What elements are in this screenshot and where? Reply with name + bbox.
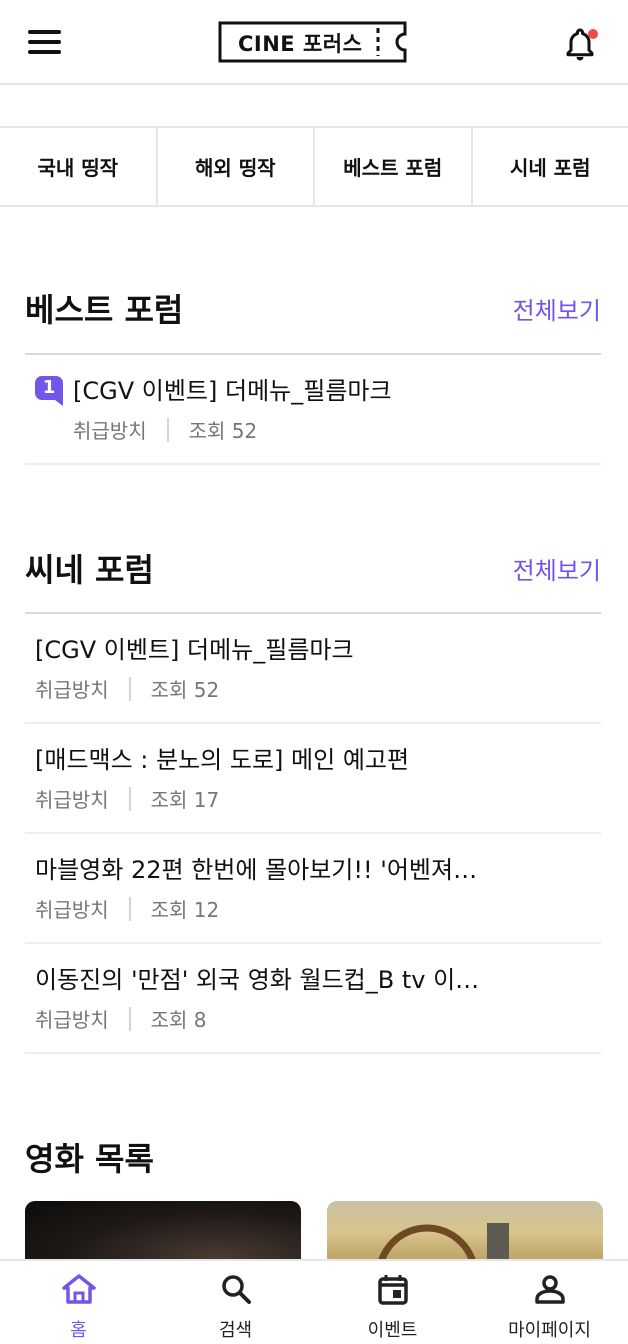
nav-search[interactable]: 검색 xyxy=(157,1261,314,1344)
person-icon xyxy=(534,1275,565,1304)
home-icon xyxy=(61,1274,96,1304)
movie-list-header: 영화 목록 xyxy=(25,1134,601,1184)
post-views: 조회 52 xyxy=(150,678,220,702)
nav-home[interactable]: 홈 xyxy=(0,1261,157,1344)
meta-separator xyxy=(128,786,131,811)
post-meta: 취급방치 조회 17 xyxy=(35,784,219,813)
post-category: 취급방치 xyxy=(73,419,147,443)
cine-forum-view-all-link[interactable]: 전체보기 xyxy=(513,551,601,586)
post-title: 이동진의 '만점' 외국 영화 월드컵_B tv 이… xyxy=(35,966,480,994)
category-tabs: 국내 띵작 해외 띵작 베스트 포럼 시네 포럼 xyxy=(0,126,628,207)
cine-forum-title: 씨네 포럼 xyxy=(25,551,154,589)
forum-post-item[interactable]: [매드맥스 : 분노의 도로] 메인 예고편 취급방치 조회 17 xyxy=(25,724,601,834)
post-category: 취급방치 xyxy=(35,788,109,812)
post-views: 조회 52 xyxy=(188,419,258,443)
best-forum-header: 베스트 포럼 전체보기 xyxy=(25,285,601,335)
nav-search-label: 검색 xyxy=(218,1320,253,1341)
cine-forum-header: 씨네 포럼 전체보기 xyxy=(25,545,601,595)
tab-foreign[interactable]: 해외 띵작 xyxy=(158,128,315,205)
search-icon xyxy=(221,1275,251,1304)
meta-separator xyxy=(128,676,131,701)
tab-cine-forum[interactable]: 시네 포럼 xyxy=(473,128,628,205)
forum-post-item[interactable]: 마블영화 22편 한번에 몰아보기!! '어벤져'… 취급방치 조회 12 xyxy=(25,834,601,944)
nav-mypage[interactable]: 마이페이지 xyxy=(471,1261,628,1344)
post-category: 취급방치 xyxy=(35,898,109,922)
post-title: [매드맥스 : 분노의 도로] 메인 예고편 xyxy=(35,746,410,774)
post-views: 조회 17 xyxy=(150,788,220,812)
post-category: 취급방치 xyxy=(35,678,109,702)
movie-list-title: 영화 목록 xyxy=(25,1140,154,1178)
cine-forus-logo[interactable]: CINE 포러스 xyxy=(218,21,408,63)
app-bar: CINE 포러스 xyxy=(0,0,628,85)
rank-badge: 1 xyxy=(35,376,63,406)
post-views: 조회 12 xyxy=(150,898,220,922)
forum-post-item[interactable]: [CGV 이벤트] 더메뉴_필름마크 취급방치 조회 52 xyxy=(25,614,601,724)
hamburger-menu-icon[interactable] xyxy=(28,28,62,56)
post-views: 조회 8 xyxy=(150,1008,207,1032)
rank-number: 1 xyxy=(42,377,56,398)
best-post-item[interactable]: 1 [CGV 이벤트] 더메뉴_필름마크 취급방치 조회 52 xyxy=(25,355,601,465)
tab-best-forum[interactable]: 베스트 포럼 xyxy=(315,128,473,205)
notification-dot xyxy=(588,29,598,39)
forum-post-item[interactable]: 이동진의 '만점' 외국 영화 월드컵_B tv 이… 취급방치 조회 8 xyxy=(25,944,601,1054)
post-meta: 취급방치 조회 52 xyxy=(73,415,257,444)
nav-event[interactable]: 이벤트 xyxy=(314,1261,471,1344)
meta-separator xyxy=(166,417,169,442)
tab-domestic[interactable]: 국내 띵작 xyxy=(0,128,158,205)
meta-separator xyxy=(128,896,131,921)
bottom-navigation: 홈 검색 이벤트 마이페이지 xyxy=(0,1259,628,1344)
post-meta: 취급방치 조회 12 xyxy=(35,894,219,923)
logo-text: CINE 포러스 xyxy=(238,32,363,56)
nav-mypage-label: 마이페이지 xyxy=(508,1320,591,1341)
post-category: 취급방치 xyxy=(35,1008,109,1032)
post-title: [CGV 이벤트] 더메뉴_필름마크 xyxy=(35,636,354,664)
post-meta: 취급방치 조회 8 xyxy=(35,1004,207,1033)
best-forum-view-all-link[interactable]: 전체보기 xyxy=(513,291,601,326)
post-meta: 취급방치 조회 52 xyxy=(35,674,219,703)
nav-event-label: 이벤트 xyxy=(367,1320,418,1341)
post-title: [CGV 이벤트] 더메뉴_필름마크 xyxy=(73,377,392,405)
nav-home-label: 홈 xyxy=(70,1320,87,1341)
calendar-icon xyxy=(377,1275,408,1305)
best-forum-title: 베스트 포럼 xyxy=(25,291,184,329)
meta-separator xyxy=(128,1006,131,1031)
post-title: 마블영화 22편 한번에 몰아보기!! '어벤져'… xyxy=(35,856,480,884)
bell-icon[interactable] xyxy=(562,26,598,62)
